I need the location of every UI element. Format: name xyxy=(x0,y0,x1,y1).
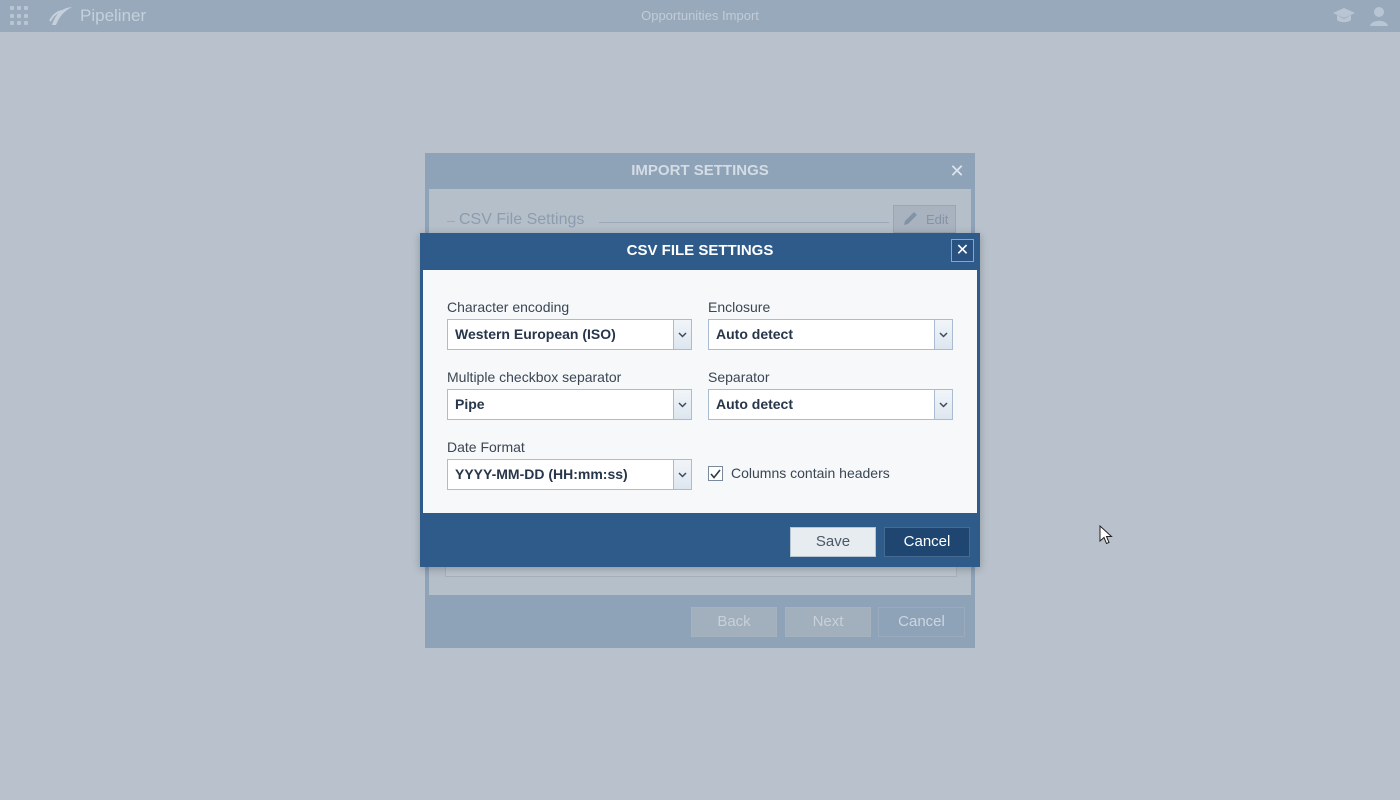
import-settings-footer: Back Next Cancel xyxy=(425,595,975,648)
dropdown-button[interactable] xyxy=(934,320,952,349)
character-encoding-value: Western European (ISO) xyxy=(455,326,616,342)
dialog-footer: Save Cancel xyxy=(420,513,980,567)
graduation-cap-icon[interactable] xyxy=(1332,6,1356,26)
pencil-icon xyxy=(904,212,917,225)
csv-file-settings-dialog: CSV FILE SETTINGS ✕ Character encoding W… xyxy=(420,233,980,567)
multiple-checkbox-separator-value: Pipe xyxy=(455,396,485,412)
section-divider xyxy=(447,221,455,222)
date-format-label: Date Format xyxy=(447,439,525,455)
chevron-down-icon xyxy=(678,471,687,478)
edit-label: Edit xyxy=(926,211,949,227)
cancel-button[interactable]: Cancel xyxy=(884,527,970,557)
date-format-value: YYYY-MM-DD (HH:mm:ss) xyxy=(455,466,628,482)
next-button[interactable]: Next xyxy=(785,607,871,637)
dialog-title: CSV FILE SETTINGS xyxy=(626,242,774,259)
separator-label: Separator xyxy=(708,369,770,385)
dropdown-button[interactable] xyxy=(673,460,691,489)
date-format-select[interactable]: YYYY-MM-DD (HH:mm:ss) xyxy=(447,459,692,490)
checkmark-icon xyxy=(710,469,721,479)
chevron-down-icon xyxy=(939,331,948,338)
chevron-down-icon xyxy=(678,401,687,408)
separator-value: Auto detect xyxy=(716,396,793,412)
close-icon[interactable]: ✕ xyxy=(951,239,974,262)
top-bar: Pipeliner Opportunities Import xyxy=(0,0,1400,32)
import-settings-title: IMPORT SETTINGS xyxy=(631,162,769,179)
section-divider xyxy=(599,222,889,223)
back-button[interactable]: Back xyxy=(691,607,777,637)
dropdown-button[interactable] xyxy=(673,390,691,419)
edit-button[interactable]: Edit xyxy=(893,205,956,233)
enclosure-select[interactable]: Auto detect xyxy=(708,319,953,350)
character-encoding-label: Character encoding xyxy=(447,299,570,315)
enclosure-value: Auto detect xyxy=(716,326,793,342)
columns-contain-headers-checkbox[interactable] xyxy=(708,466,723,481)
csv-section-title: CSV File Settings xyxy=(459,211,585,228)
character-encoding-select[interactable]: Western European (ISO) xyxy=(447,319,692,350)
page-title: Opportunities Import xyxy=(641,8,759,23)
chevron-down-icon xyxy=(678,331,687,338)
separator-select[interactable]: Auto detect xyxy=(708,389,953,420)
save-button[interactable]: Save xyxy=(790,527,876,557)
chevron-down-icon xyxy=(939,401,948,408)
columns-contain-headers-label[interactable]: Columns contain headers xyxy=(731,465,890,481)
multiple-checkbox-separator-select[interactable]: Pipe xyxy=(447,389,692,420)
close-icon[interactable]: ✕ xyxy=(945,159,969,183)
mouse-cursor-icon xyxy=(1099,525,1113,545)
multiple-checkbox-separator-label: Multiple checkbox separator xyxy=(447,369,622,385)
dialog-body: Character encoding Western European (ISO… xyxy=(423,270,977,513)
dropdown-button[interactable] xyxy=(934,390,952,419)
import-cancel-button[interactable]: Cancel xyxy=(878,607,965,637)
user-icon[interactable] xyxy=(1368,5,1390,27)
enclosure-label: Enclosure xyxy=(708,299,771,315)
dropdown-button[interactable] xyxy=(673,320,691,349)
